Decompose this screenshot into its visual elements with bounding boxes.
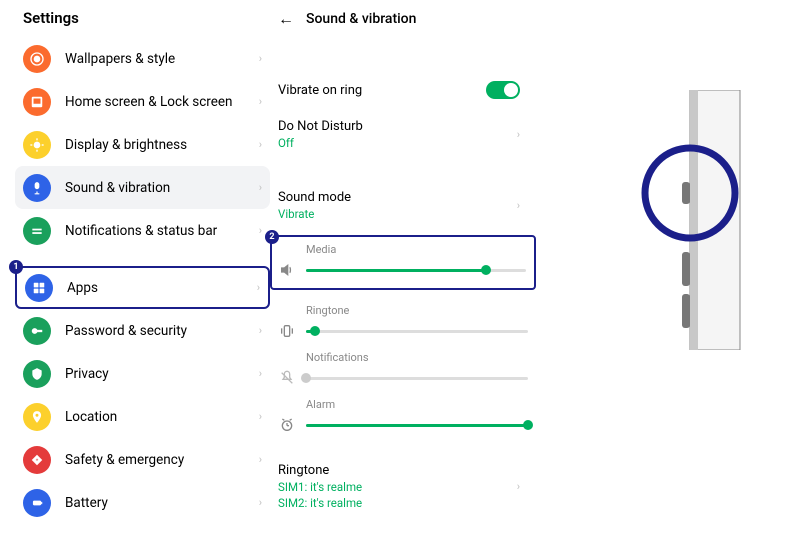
- chevron-right-icon: ›: [517, 480, 520, 493]
- media-slider[interactable]: [306, 269, 526, 272]
- chevron-right-icon: ›: [259, 496, 262, 509]
- row-label: Vibrate on ring: [278, 83, 486, 98]
- chevron-right-icon: ›: [259, 224, 262, 237]
- speaker-icon: [278, 262, 296, 278]
- password-icon: [23, 317, 51, 345]
- chevron-right-icon: ›: [259, 453, 262, 466]
- chevron-right-icon: ›: [259, 324, 262, 337]
- settings-item-label: Apps: [67, 280, 257, 296]
- volume-label: Notifications: [306, 351, 528, 364]
- settings-item-safety[interactable]: * Safety & emergency ›: [15, 438, 270, 481]
- callout-badge-1: 1: [9, 260, 23, 274]
- settings-item-label: Battery: [65, 495, 259, 511]
- volume-label: Alarm: [306, 398, 528, 411]
- detail-title: Sound & vibration: [306, 11, 416, 27]
- row-label: Sound mode: [278, 190, 517, 205]
- row-value: Off: [278, 136, 517, 150]
- settings-item-sound[interactable]: Sound & vibration ›: [15, 166, 270, 209]
- vibrate-on-ring-row[interactable]: Vibrate on ring: [278, 71, 528, 109]
- notifications-volume-block: Notifications: [278, 343, 528, 390]
- chevron-right-icon: ›: [259, 410, 262, 423]
- row-value: Vibrate: [278, 207, 517, 221]
- row-label: Do Not Disturb: [278, 119, 517, 134]
- callout-badge-2: 2: [265, 230, 279, 244]
- settings-item-apps[interactable]: 1 Apps ›: [15, 266, 270, 309]
- settings-item-label: Notifications & status bar: [65, 223, 259, 239]
- settings-item-location[interactable]: Location ›: [15, 395, 270, 438]
- settings-item-display[interactable]: Display & brightness ›: [15, 123, 270, 166]
- sim1-value: SIM1: it's realme: [278, 480, 517, 494]
- settings-item-label: Sound & vibration: [65, 180, 259, 196]
- settings-title: Settings: [15, 5, 270, 37]
- alarm-clock-icon: [278, 417, 296, 433]
- settings-item-wallpapers[interactable]: Wallpapers & style ›: [15, 37, 270, 80]
- back-arrow-icon[interactable]: ←: [278, 9, 294, 29]
- chevron-right-icon: ›: [259, 95, 262, 108]
- location-icon: [23, 403, 51, 431]
- chevron-right-icon: ›: [517, 199, 520, 212]
- volume-label: Media: [306, 243, 526, 256]
- settings-list: Settings Wallpapers & style › Home scree…: [15, 5, 270, 524]
- ringtone-slider[interactable]: [306, 330, 528, 333]
- settings-item-label: Home screen & Lock screen: [65, 94, 259, 110]
- bell-off-icon: [278, 370, 296, 386]
- settings-item-label: Safety & emergency: [65, 452, 259, 468]
- battery-icon: [23, 489, 51, 517]
- homescreen-icon: [23, 88, 51, 116]
- dnd-row[interactable]: Do Not Disturb Off ›: [278, 109, 528, 160]
- vibrate-phone-icon: [278, 323, 296, 339]
- notifications-slider[interactable]: [306, 377, 528, 380]
- alarm-slider[interactable]: [306, 424, 528, 427]
- phone-side-illustration: [620, 90, 770, 350]
- chevron-right-icon: ›: [259, 138, 262, 151]
- chevron-right-icon: ›: [257, 281, 260, 294]
- notifications-icon: [23, 217, 51, 245]
- settings-item-label: Location: [65, 409, 259, 425]
- sound-vibration-detail: ← Sound & vibration Vibrate on ring Do N…: [278, 5, 528, 520]
- vibrate-toggle[interactable]: [486, 81, 520, 99]
- row-label: Ringtone: [278, 463, 517, 478]
- sound-icon: [23, 174, 51, 202]
- display-icon: [23, 131, 51, 159]
- settings-item-privacy[interactable]: Privacy ›: [15, 352, 270, 395]
- settings-item-label: Display & brightness: [65, 137, 259, 153]
- safety-icon: *: [23, 446, 51, 474]
- media-volume-block: 2 Media: [270, 235, 536, 290]
- apps-icon: [25, 274, 53, 302]
- detail-header: ← Sound & vibration: [278, 5, 528, 45]
- sim2-value: SIM2: it's realme: [278, 496, 517, 510]
- sound-mode-row[interactable]: Sound mode Vibrate ›: [278, 180, 528, 231]
- settings-item-homescreen[interactable]: Home screen & Lock screen ›: [15, 80, 270, 123]
- chevron-right-icon: ›: [259, 52, 262, 65]
- chevron-right-icon: ›: [517, 128, 520, 141]
- settings-item-notifications[interactable]: Notifications & status bar ›: [15, 209, 270, 252]
- settings-item-password[interactable]: Password & security ›: [15, 309, 270, 352]
- chevron-right-icon: ›: [259, 367, 262, 380]
- settings-item-label: Privacy: [65, 366, 259, 382]
- alarm-volume-block: Alarm: [278, 390, 528, 437]
- chevron-right-icon: ›: [259, 181, 262, 194]
- ringtone-volume-block: Ringtone: [278, 296, 528, 343]
- volume-label: Ringtone: [306, 304, 528, 317]
- ringtone-row[interactable]: Ringtone SIM1: it's realme SIM2: it's re…: [278, 453, 528, 520]
- settings-item-label: Password & security: [65, 323, 259, 339]
- privacy-icon: [23, 360, 51, 388]
- settings-item-label: Wallpapers & style: [65, 51, 259, 67]
- wallpapers-icon: [23, 45, 51, 73]
- settings-item-battery[interactable]: Battery ›: [15, 481, 270, 524]
